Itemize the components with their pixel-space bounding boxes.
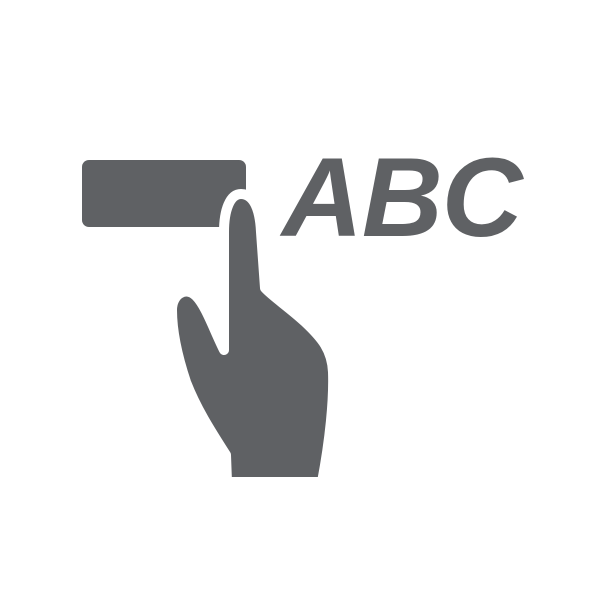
icon-canvas: ABC: [0, 0, 600, 600]
pointing-hand-icon: [167, 189, 339, 487]
